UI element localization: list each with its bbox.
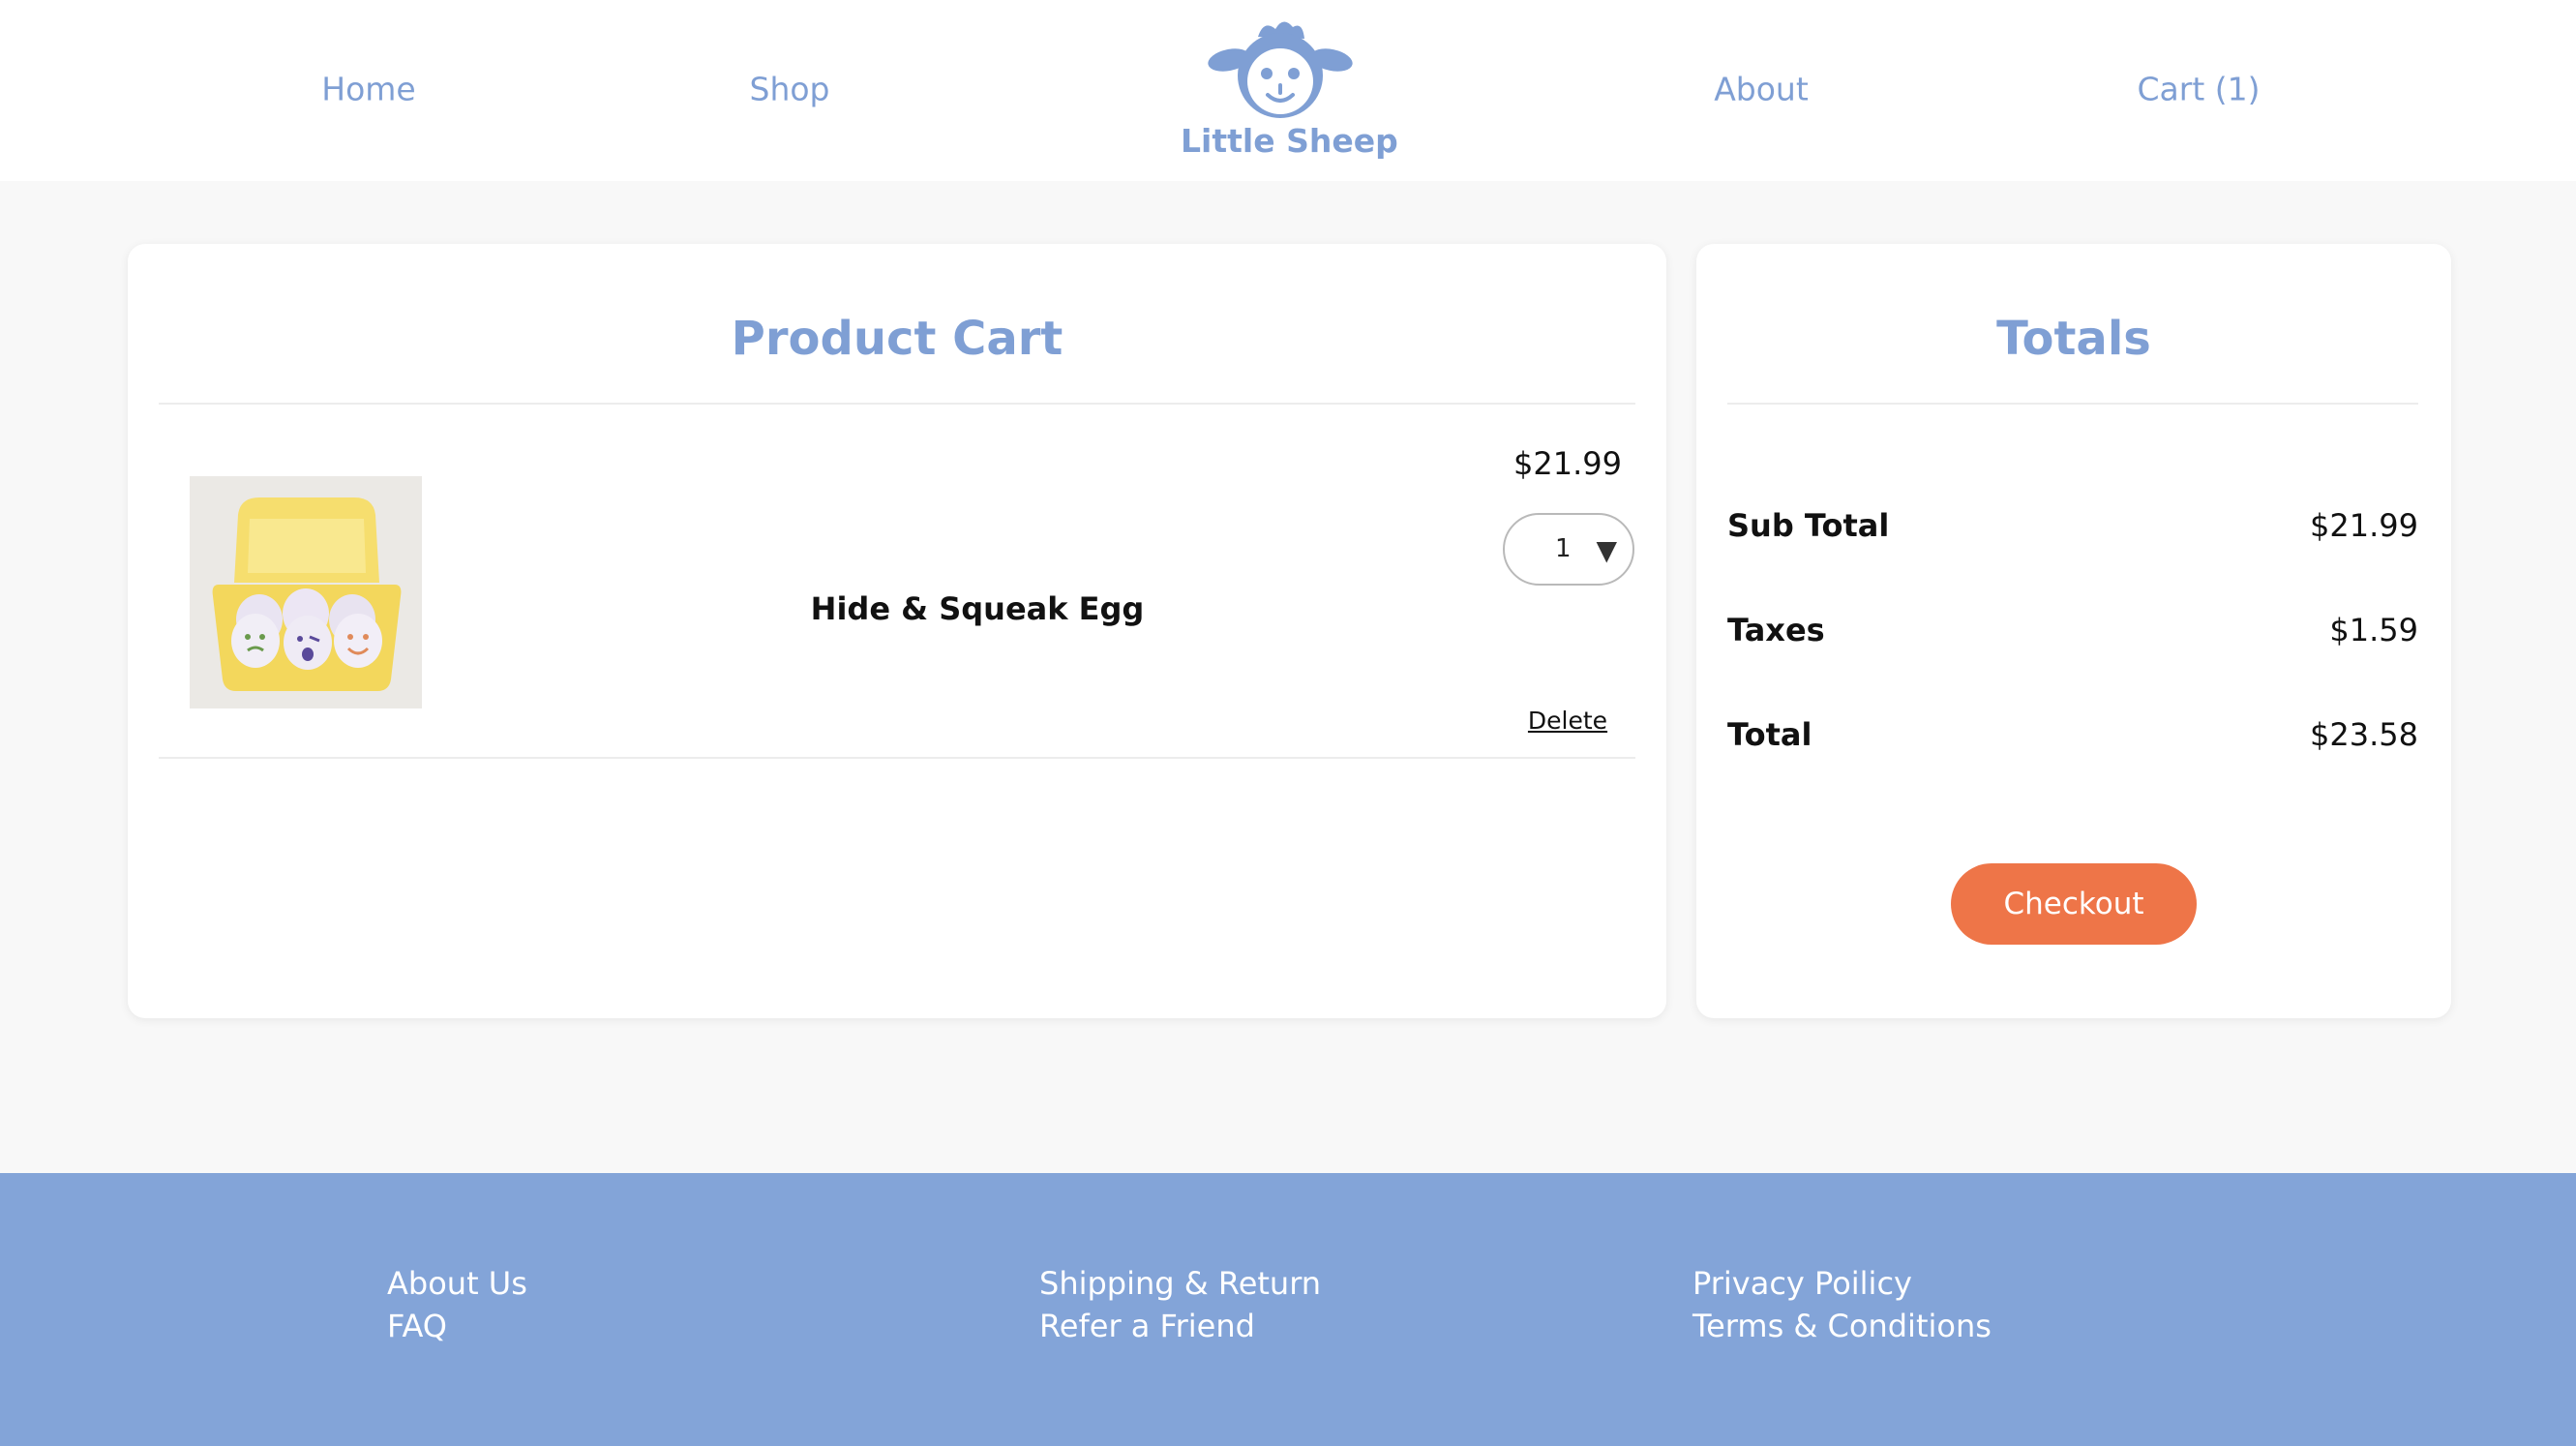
taxes-value: $1.59	[2329, 612, 2418, 648]
sheep-icon	[1207, 21, 1353, 118]
product-cart-card: Product Cart Hide & Squeak Egg $21.99 1 …	[128, 244, 1666, 1018]
site-footer: About Us FAQ Shipping & Return Refer a F…	[0, 1173, 2576, 1446]
nav-cart-link[interactable]: Cart (1)	[2137, 71, 2260, 108]
product-price: $21.99	[1513, 445, 1622, 482]
nav-shop-link[interactable]: Shop	[750, 71, 830, 108]
footer-about-us-link[interactable]: About Us	[387, 1262, 527, 1305]
cart-title-divider	[159, 403, 1635, 405]
product-name[interactable]: Hide & Squeak Egg	[811, 590, 1145, 627]
subtotal-value: $21.99	[2310, 507, 2418, 544]
total-label: Total	[1727, 716, 1812, 753]
nav-home-link[interactable]: Home	[321, 71, 415, 108]
logo-text: Little Sheep	[1181, 122, 1398, 160]
footer-privacy-link[interactable]: Privacy Poilicy	[1692, 1262, 1992, 1305]
footer-terms-link[interactable]: Terms & Conditions	[1692, 1305, 1992, 1347]
quantity-value: 1	[1555, 534, 1572, 563]
taxes-label: Taxes	[1727, 612, 1825, 648]
nav-about-link[interactable]: About	[1714, 71, 1809, 108]
footer-column-1: About Us FAQ	[387, 1262, 527, 1347]
total-value: $23.58	[2310, 716, 2418, 753]
totals-card: Totals Sub Total $21.99 Taxes $1.59 Tota…	[1696, 244, 2451, 1018]
product-image[interactable]	[190, 476, 422, 708]
footer-column-2: Shipping & Return Refer a Friend	[1039, 1262, 1321, 1347]
cart-item-divider	[159, 757, 1635, 759]
totals-title: Totals	[1996, 312, 2151, 366]
totals-title-divider	[1727, 403, 2418, 405]
egg-carton-toy-image	[190, 476, 422, 708]
cart-title: Product Cart	[731, 312, 1063, 366]
footer-shipping-link[interactable]: Shipping & Return	[1039, 1262, 1321, 1305]
footer-column-3: Privacy Poilicy Terms & Conditions	[1692, 1262, 1992, 1347]
footer-faq-link[interactable]: FAQ	[387, 1305, 527, 1347]
delete-item-link[interactable]: Delete	[1528, 707, 1607, 735]
subtotal-label: Sub Total	[1727, 507, 1890, 544]
checkout-button[interactable]: Checkout	[1951, 863, 2197, 945]
chevron-down-icon: ▼	[1596, 534, 1617, 566]
site-logo[interactable]: Little Sheep	[1181, 15, 1398, 168]
quantity-select[interactable]: 1 ▼	[1503, 513, 1634, 586]
site-header: Home Shop Little Sheep About Cart (1)	[0, 0, 2576, 181]
footer-refer-friend-link[interactable]: Refer a Friend	[1039, 1305, 1321, 1347]
